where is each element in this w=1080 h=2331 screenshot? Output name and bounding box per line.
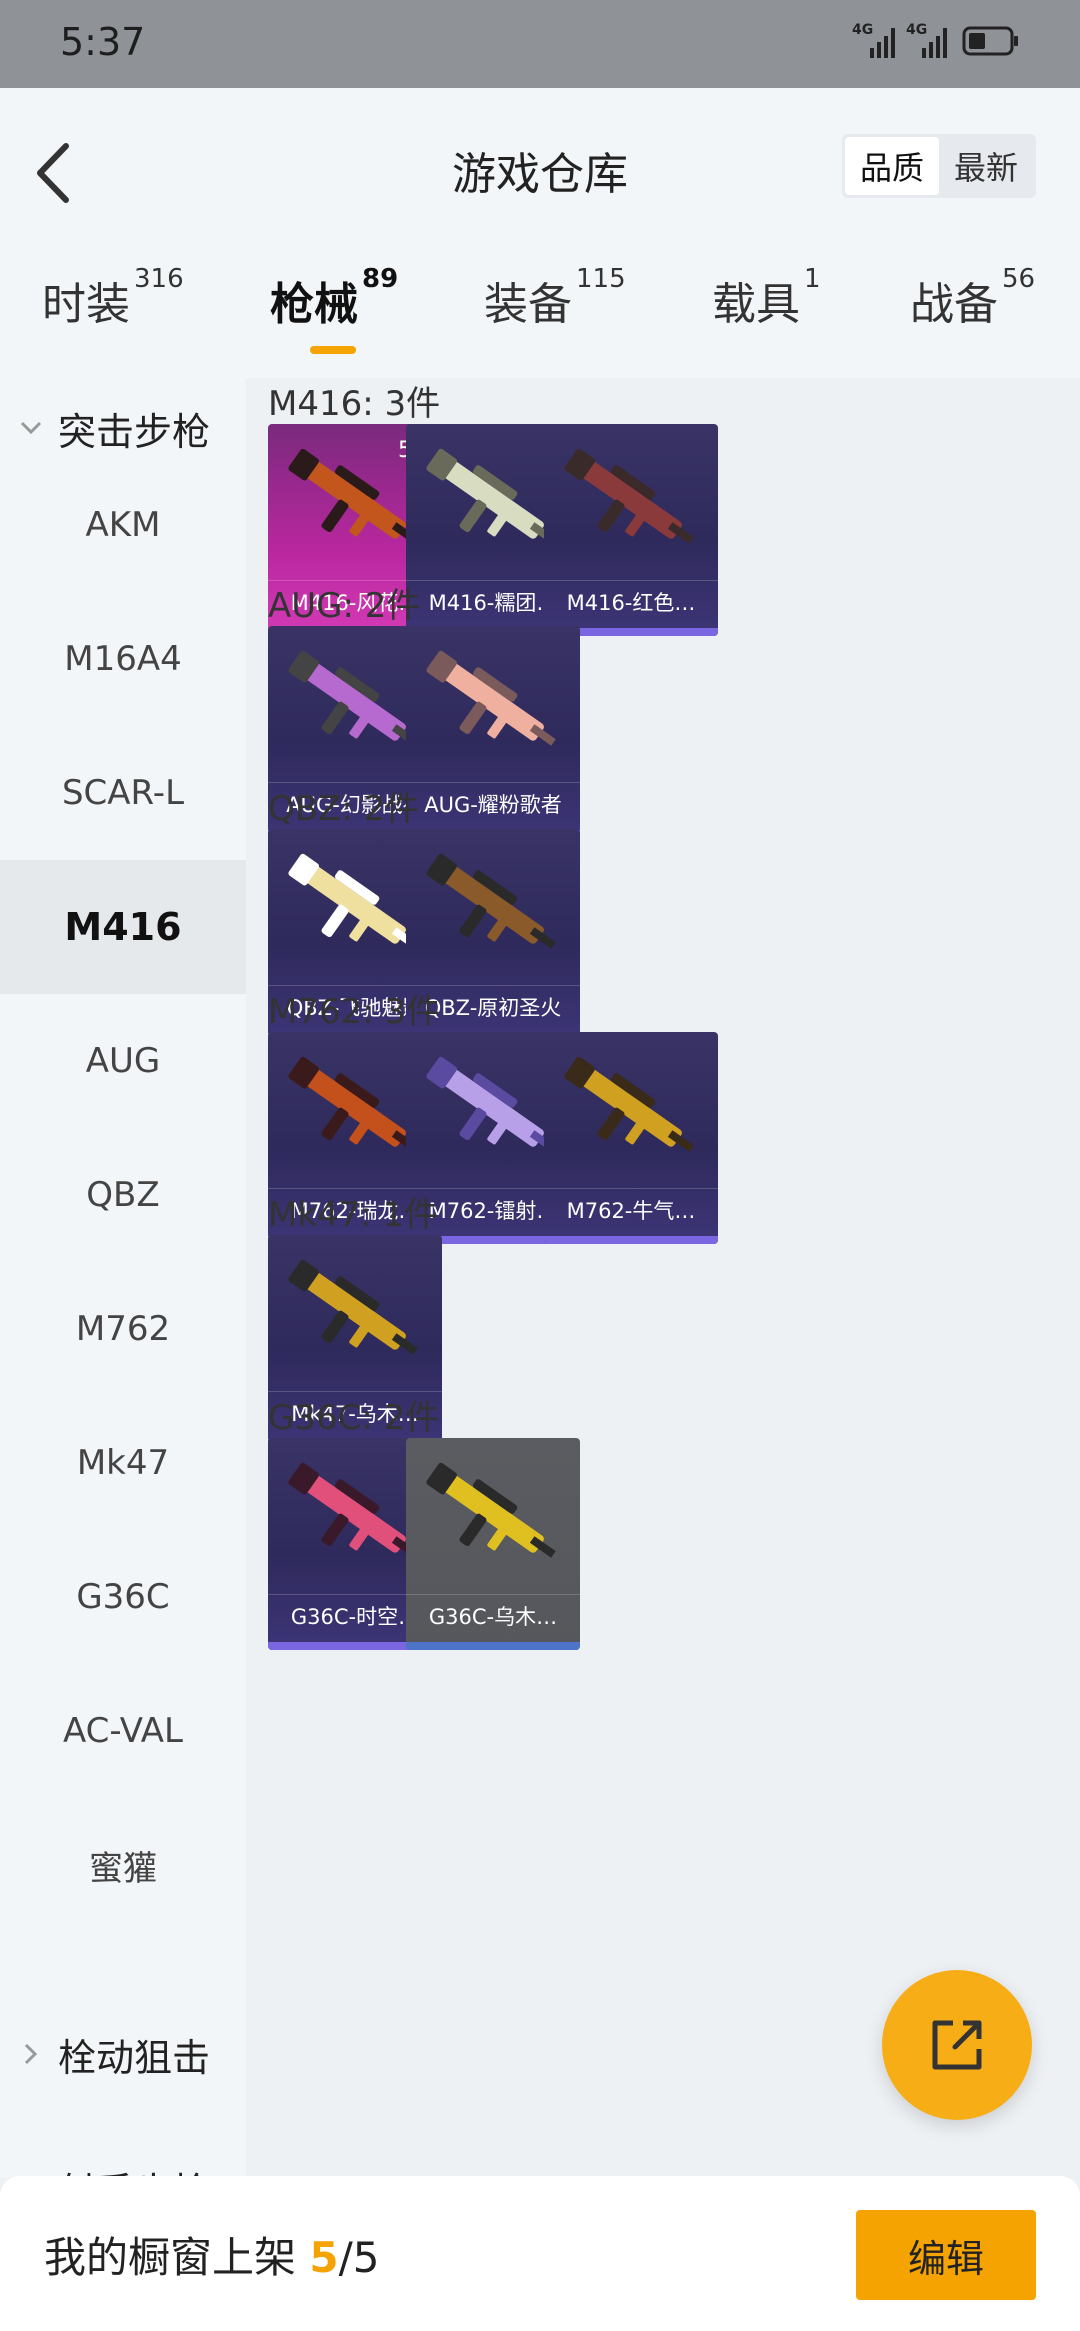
weapon-skin-name: G36C-乌木…: [406, 1594, 580, 1638]
tab-label: 时装: [42, 279, 130, 330]
sidebar-item-mk47[interactable]: Mk47: [0, 1396, 246, 1530]
showcase-current-count: 5: [309, 2233, 339, 2282]
sidebar-item-qbz[interactable]: QBZ: [0, 1128, 246, 1262]
sort-latest-button[interactable]: 最新: [939, 137, 1033, 195]
section-title: QBZ: 2件: [268, 789, 420, 829]
tab-fashion[interactable]: 时装 316: [42, 264, 184, 332]
tab-count: 56: [1002, 264, 1036, 294]
signal-2-icon: [922, 28, 947, 58]
showcase-total-count: /5: [338, 2233, 380, 2282]
weapon-skin-icon: [426, 650, 556, 746]
sidebar-group-label: 栓动狙击: [58, 2035, 211, 2080]
weapon-skin-card[interactable]: G36C-乌木…: [406, 1438, 580, 1650]
edit-button[interactable]: 编辑: [856, 2210, 1036, 2300]
tab-vehicles[interactable]: 载具 1: [712, 264, 821, 332]
sidebar-item-scar-l[interactable]: SCAR-L: [0, 726, 246, 860]
weapon-skin-card[interactable]: AUG-耀粉歌者: [406, 626, 580, 838]
section-title: M762: 3件: [268, 992, 441, 1032]
section-title: AUG: 2件: [268, 586, 421, 626]
weapon-skin-icon: [564, 448, 694, 544]
category-tabs: 时装 316 枪械 89 装备 115 载具 1 战备 56: [0, 264, 1080, 358]
tab-count: 316: [134, 264, 184, 294]
weapon-skin-icon: [426, 853, 556, 949]
weapon-category-sidebar: 突击步枪 AKM M16A4 SCAR-L M416 AUG QBZ M762 …: [0, 378, 246, 2178]
weapon-grid: M416: 3件5级M416-风花…M416-糯团…M416-红色…AUG: 2…: [246, 378, 1080, 2178]
tab-firearms[interactable]: 枪械 89: [270, 264, 398, 332]
status-time: 5:37: [60, 20, 146, 64]
sidebar-item-m762[interactable]: M762: [0, 1262, 246, 1396]
rarity-bar: [406, 1642, 580, 1650]
weapon-skin-card[interactable]: M416-红色…: [544, 424, 718, 636]
tab-equipment[interactable]: 装备 115: [484, 264, 626, 332]
weapon-skin-card[interactable]: M762-牛气…: [544, 1032, 718, 1244]
sidebar-item-honey-badger[interactable]: 蜜獾: [0, 1798, 246, 1932]
weapon-skin-icon: [564, 1056, 694, 1152]
sidebar-item-m16a4[interactable]: M16A4: [0, 592, 246, 726]
weapon-skin-name: AUG-耀粉歌者: [406, 782, 580, 826]
sort-quality-button[interactable]: 品质: [845, 137, 939, 195]
showcase-label: 我的橱窗上架: [44, 2233, 297, 2282]
tab-label: 载具: [712, 279, 800, 330]
sidebar-group-label: 突击步枪: [58, 409, 211, 454]
sidebar-group-marksman[interactable]: 射手步枪: [0, 2138, 246, 2178]
weapon-skin-name: M762-牛气…: [544, 1188, 718, 1232]
sidebar-item-aug[interactable]: AUG: [0, 994, 246, 1128]
chevron-down-icon: [20, 421, 42, 435]
tab-count: 115: [576, 264, 626, 294]
tab-count: 1: [804, 264, 821, 294]
tab-label: 装备: [484, 279, 572, 330]
tab-label: 枪械: [270, 279, 358, 330]
active-tab-indicator: [310, 346, 356, 354]
tab-count: 89: [362, 264, 399, 294]
battery-icon: [962, 26, 1018, 56]
section-title: Mk47: 1件: [268, 1195, 439, 1235]
sidebar-item-m416[interactable]: M416: [0, 860, 246, 994]
sidebar-item-g36c[interactable]: G36C: [0, 1530, 246, 1664]
section-title: G36C: 2件: [268, 1398, 440, 1438]
share-external-icon: [932, 2020, 982, 2070]
sidebar-item-ac-val[interactable]: AC-VAL: [0, 1664, 246, 1798]
tab-label: 战备: [910, 279, 998, 330]
section-title: M416: 3件: [268, 384, 441, 424]
sort-toggle: 品质 最新: [842, 134, 1036, 198]
rarity-bar: [544, 1236, 718, 1244]
weapon-skin-icon: [426, 1462, 556, 1558]
bottom-bar: 我的橱窗上架 5/5 编辑: [0, 2176, 1080, 2331]
share-fab[interactable]: [882, 1970, 1032, 2120]
header: 游戏仓库 品质 最新 时装 316 枪械 89 装备 115 载具 1 战备 56: [0, 88, 1080, 378]
sidebar-item-akm[interactable]: AKM: [0, 458, 246, 592]
showcase-status: 我的橱窗上架 5/5: [44, 2224, 379, 2285]
sidebar-group-bolt-sniper[interactable]: 栓动狙击: [0, 2004, 246, 2104]
chevron-right-icon: [24, 2043, 38, 2065]
weapon-skin-icon: [288, 1259, 418, 1355]
signal-1-icon: [870, 28, 895, 58]
status-bar: 5:37 4G 4G: [0, 0, 1080, 88]
tab-supplies[interactable]: 战备 56: [910, 264, 1035, 332]
weapon-skin-name: M416-红色…: [544, 580, 718, 624]
